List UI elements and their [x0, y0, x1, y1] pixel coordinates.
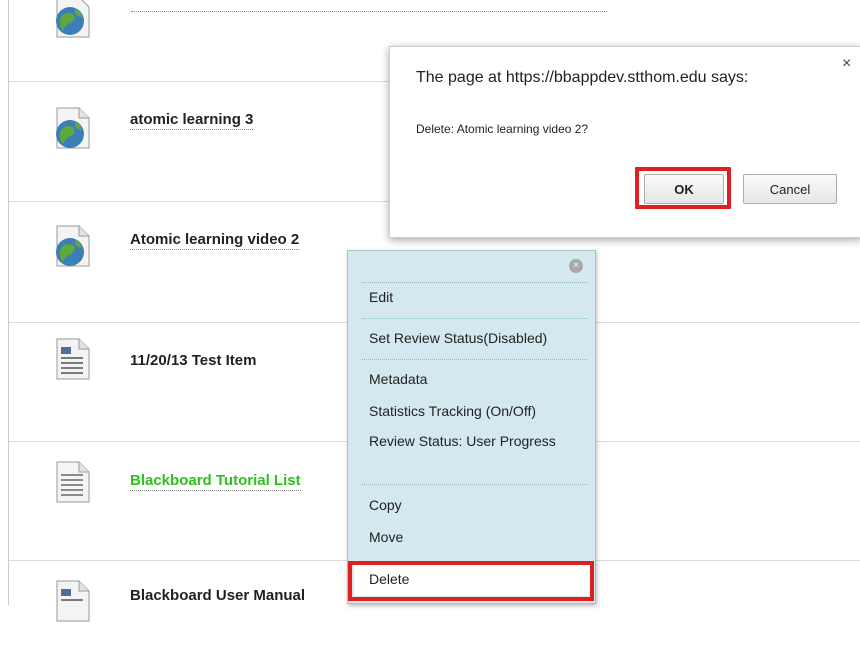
- text-document-icon: [56, 338, 90, 380]
- menu-divider: [362, 318, 587, 319]
- item-title-link[interactable]: Blackboard User Manual: [130, 587, 305, 605]
- item-title-link[interactable]: Atomic learning video 2: [130, 231, 300, 250]
- menu-item-review-status-user-progress[interactable]: Review Status: User Progress: [369, 433, 569, 450]
- dialog-close-icon[interactable]: ×: [842, 55, 851, 73]
- globe-document-icon: [56, 107, 90, 149]
- dialog-title: The page at https://bbappdev.stthom.edu …: [416, 69, 749, 86]
- blank-document-icon: [56, 461, 90, 503]
- menu-item-copy[interactable]: Copy: [369, 497, 402, 513]
- menu-item-metadata[interactable]: Metadata: [369, 371, 427, 387]
- menu-item-move[interactable]: Move: [369, 529, 403, 545]
- item-context-menu: × Edit Set Review Status(Disabled) Metad…: [347, 250, 596, 604]
- menu-divider: [362, 484, 587, 485]
- ok-highlight-box: [635, 167, 731, 209]
- globe-document-icon: [56, 225, 90, 267]
- menu-item-statistics-tracking[interactable]: Statistics Tracking (On/Off): [369, 403, 536, 419]
- menu-divider: [362, 282, 587, 283]
- menu-close-icon[interactable]: ×: [569, 259, 583, 273]
- delete-highlight-box: [348, 561, 594, 601]
- cancel-button[interactable]: Cancel: [743, 174, 837, 204]
- menu-item-edit[interactable]: Edit: [369, 289, 393, 305]
- confirm-dialog: The page at https://bbappdev.stthom.edu …: [389, 46, 860, 238]
- globe-document-icon: [56, 0, 90, 38]
- menu-item-set-review-status[interactable]: Set Review Status(Disabled): [369, 330, 547, 346]
- item-title-link[interactable]: atomic learning 3: [130, 111, 254, 130]
- menu-divider: [362, 359, 587, 360]
- item-title-link[interactable]: Blackboard Tutorial List: [130, 472, 301, 491]
- item-title-underline: [131, 11, 607, 12]
- text-document-icon: [56, 580, 90, 622]
- item-title-link[interactable]: 11/20/13 Test Item: [130, 352, 256, 370]
- dialog-message: Delete: Atomic learning video 2?: [416, 122, 589, 136]
